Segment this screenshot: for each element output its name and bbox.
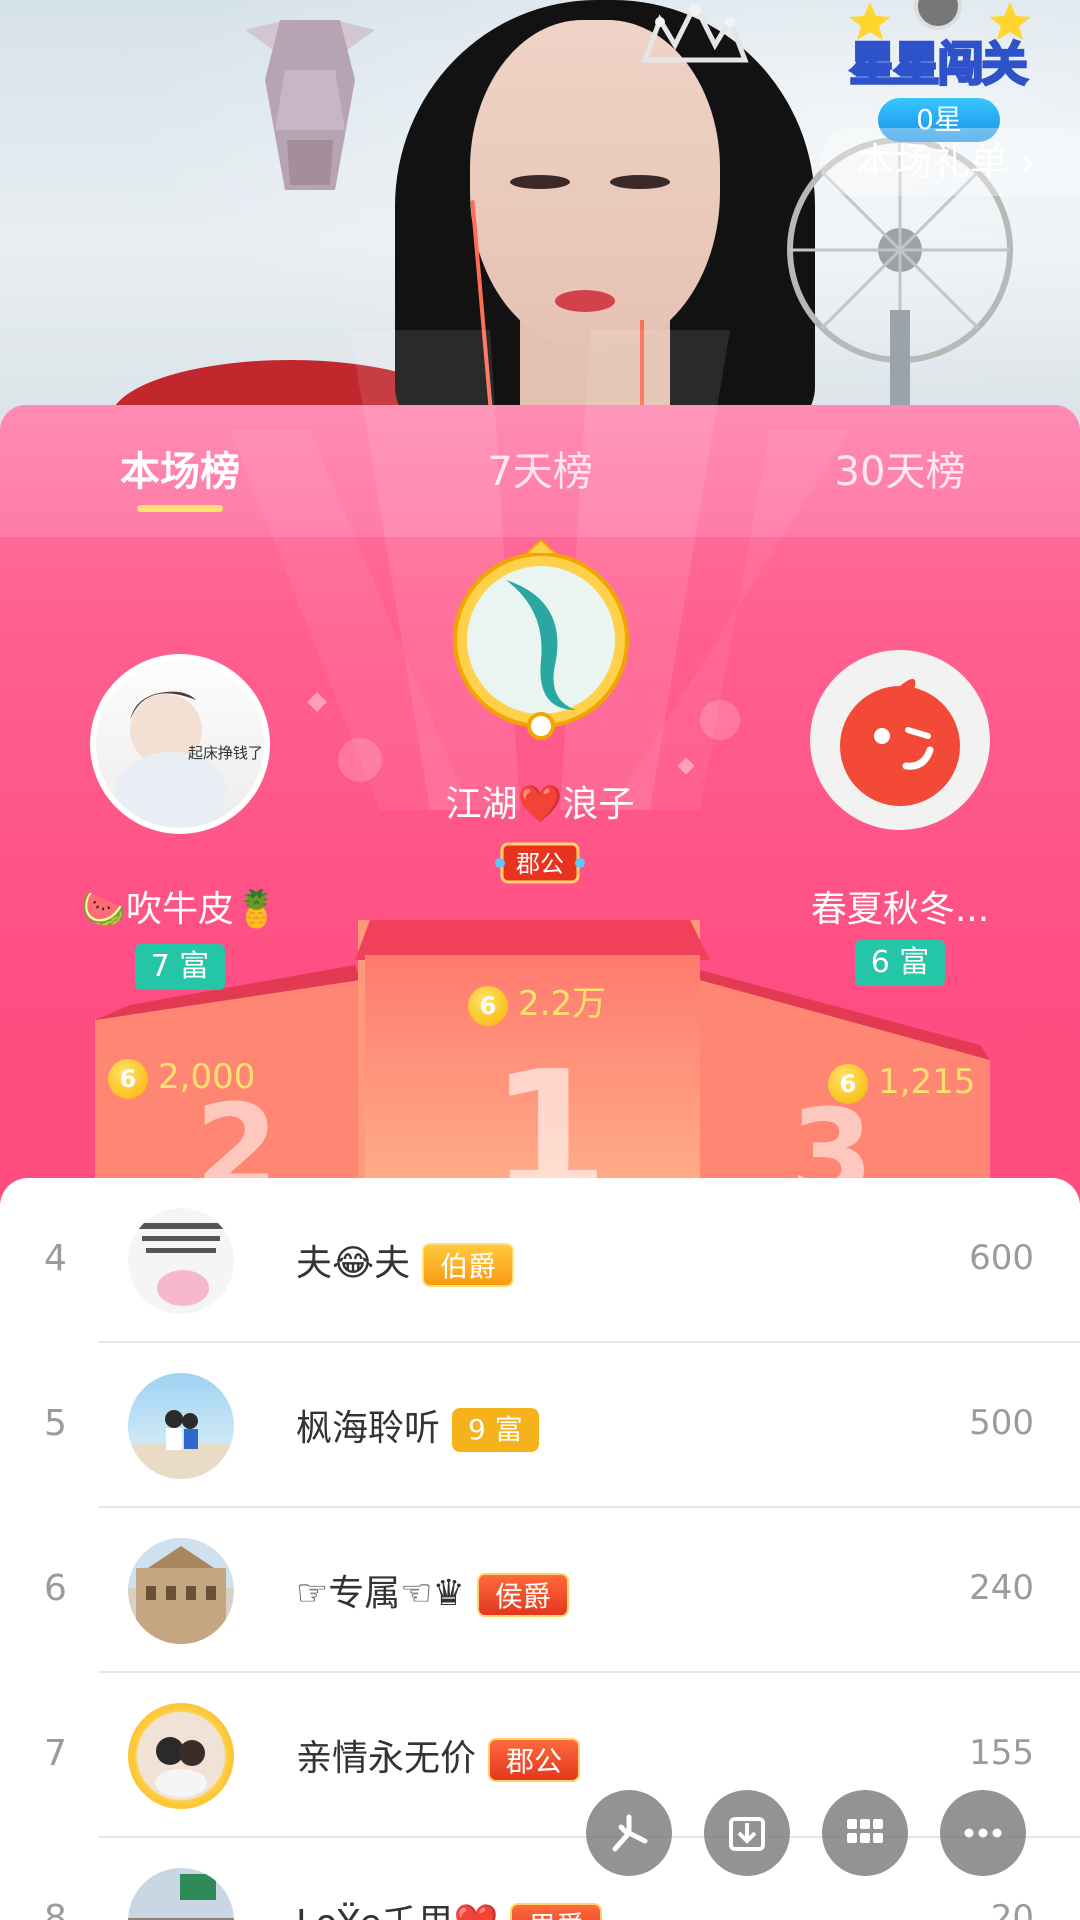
wealth-badge: 9 富 (452, 1408, 539, 1452)
user-name[interactable]: 亲情永无价 (296, 1738, 476, 1779)
app-screen: 星星闯关 0星 本场榜 7天榜 30天榜 本场礼单 › 2 1 3 起床挣钱了 … (0, 0, 1080, 1920)
ranking-list: 4 夫😂夫 伯爵 600 5 枫海聆听 9 富 500 6 ☞专属☜♛ 侯爵 2… (0, 1178, 1080, 1920)
rank-3-name[interactable]: 春夏秋冬... (800, 880, 1000, 932)
user-score: 600 (969, 1238, 1034, 1278)
share-sparkle-icon (612, 1814, 648, 1852)
rank-number: 4 (44, 1238, 67, 1279)
rank-number: 8 (44, 1898, 67, 1920)
user-score: 500 (969, 1403, 1034, 1443)
apps-button[interactable] (822, 1790, 908, 1876)
rank-number: 7 (44, 1733, 67, 1774)
rank-1-coins: 6 2.2万 (468, 982, 606, 1026)
user-name[interactable]: LoΫe壬里❤️ (296, 1903, 498, 1920)
rank-1-name[interactable]: 江湖❤️浪子 (430, 775, 650, 827)
rank-3-coin-value: 1,215 (878, 1062, 976, 1102)
couple-photo-icon (155, 1737, 207, 1797)
streamer-eye-left (510, 175, 570, 189)
rank-2-coins: 6 2,000 (108, 1055, 255, 1099)
download-icon (729, 1817, 765, 1851)
noble-badge: 伯爵 (422, 1243, 515, 1287)
building-icon (128, 1538, 234, 1644)
wink-logo-icon (840, 678, 960, 806)
noble-badge: 男爵 (510, 1903, 603, 1920)
rank-1-noble-badge: 郡公 (495, 842, 585, 884)
user-name[interactable]: 夫😂夫 (296, 1243, 410, 1284)
rank-3-coins: 6 1,215 (828, 1060, 975, 1104)
coin-icon: 6 (108, 1058, 148, 1099)
star-challenge-title[interactable]: 星星闯关 (845, 28, 1030, 94)
user-name-row: 夫😂夫 伯爵 (296, 1234, 515, 1287)
user-name-row: 亲情永无价 郡公 (296, 1729, 581, 1782)
tiara-icon (641, 0, 749, 63)
noble-badge: 侯爵 (476, 1573, 569, 1617)
user-score: 20 (990, 1898, 1034, 1920)
noble-badge: 郡公 (488, 1738, 581, 1782)
rank-2-wealth-badge: 7 富 (135, 944, 225, 990)
rank-2-coin-value: 2,000 (158, 1057, 256, 1097)
pig-sticker-icon (138, 1223, 224, 1306)
user-name[interactable]: ☞专属☜♛ (296, 1573, 465, 1614)
grid-icon (847, 1819, 883, 1843)
list-item[interactable]: 7 亲情永无价 郡公 155 (0, 1673, 1080, 1838)
user-score: 155 (969, 1733, 1034, 1773)
rank-1-badge-label: 郡公 (516, 850, 564, 878)
list-item[interactable]: 8 LoΫe壬里❤️ 男爵 20 (0, 1838, 1080, 1920)
avatar-caption: 起床挣钱了 (188, 744, 263, 762)
rank-3-wealth-badge: 6 富 (855, 940, 945, 986)
user-avatar[interactable] (128, 1208, 234, 1314)
streamer-eye-right (610, 175, 670, 189)
user-name-row: ☞专属☜♛ 侯爵 (296, 1564, 569, 1617)
rank-number: 6 (44, 1568, 67, 1609)
user-avatar[interactable] (128, 1703, 234, 1809)
cow-head-decoration (245, 20, 375, 190)
user-score: 240 (969, 1568, 1034, 1608)
avatar-rank-1[interactable] (446, 540, 636, 740)
more-icon (964, 1828, 1002, 1838)
user-name-row: 枫海聆听 9 富 (296, 1399, 539, 1452)
baby-cartoon-icon: 起床挣钱了 (116, 691, 263, 828)
avatar-rank-2[interactable]: 起床挣钱了 (90, 654, 270, 834)
user-avatar[interactable] (128, 1868, 234, 1920)
user-name[interactable]: 枫海聆听 (296, 1408, 440, 1449)
rank-number: 5 (44, 1403, 67, 1444)
user-name-row: LoΫe壬里❤️ 男爵 (296, 1894, 603, 1920)
rank-2-name[interactable]: 🍉吹牛皮🍍 (70, 880, 290, 932)
list-item[interactable]: 6 ☞专属☜♛ 侯爵 240 (0, 1508, 1080, 1673)
coin-icon: 6 (468, 985, 508, 1026)
avatar-rank-3[interactable] (810, 650, 990, 830)
user-avatar[interactable] (128, 1373, 234, 1479)
more-button[interactable] (940, 1790, 1026, 1876)
road-sign-icon (128, 1874, 234, 1920)
list-item[interactable]: 4 夫😂夫 伯爵 600 (0, 1178, 1080, 1343)
couple-beach-icon (128, 1410, 234, 1479)
list-item[interactable]: 5 枫海聆听 9 富 500 (0, 1343, 1080, 1508)
share-button[interactable] (586, 1790, 672, 1876)
user-avatar[interactable] (128, 1538, 234, 1644)
gift-list-button[interactable]: 本场礼单 › (820, 128, 1080, 196)
coin-icon: 6 (828, 1063, 868, 1104)
rank-1-coin-value: 2.2万 (518, 984, 607, 1024)
download-button[interactable] (704, 1790, 790, 1876)
